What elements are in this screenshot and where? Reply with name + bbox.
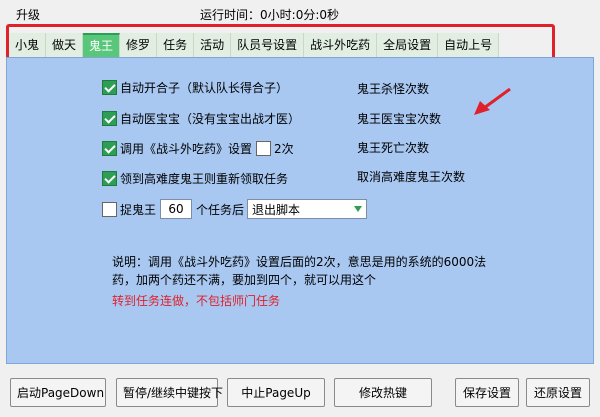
runtime-value: 0小时:0分:0秒 — [260, 8, 340, 22]
note-red-text: 转到任务连做，不包括师门任务 — [112, 294, 281, 308]
catch-action-select[interactable]: 退出脚本 — [247, 199, 368, 219]
times-label: 2次 — [274, 142, 294, 156]
option-catch: 捉鬼王 60 个任务后 退出脚本 — [102, 199, 368, 219]
restore-settings-button[interactable]: 还原设置 — [526, 378, 590, 407]
tab-highlight-box — [6, 24, 555, 60]
pause-button[interactable]: 暂停/继续中键按下 — [116, 378, 223, 407]
option-auto-heal[interactable]: 自动医宝宝（没有宝宝出战才医） — [102, 110, 300, 127]
stop-button[interactable]: 中止PageUp — [227, 378, 325, 407]
refresh-task-checkbox[interactable] — [102, 171, 117, 186]
auto-open-checkbox[interactable] — [102, 80, 117, 95]
note-text: 说明：调用《战斗外吃药》设置后面的2次，意思是用的系统的6000法药，加两个药还… — [112, 255, 487, 287]
red-arrow-icon — [474, 87, 511, 115]
stat-cancels: 取消高难度鬼王次数 — [357, 170, 466, 184]
catch-action-value: 退出脚本 — [252, 202, 301, 217]
catch-prefix: 捉鬼王 — [120, 202, 157, 217]
use-potion-label: 调用《战斗外吃药》设置 — [120, 142, 253, 156]
stat-kills: 鬼王杀怪次数 — [357, 82, 430, 96]
option-use-potion[interactable]: 调用《战斗外吃药》设置 2次 — [102, 140, 294, 157]
use-potion-checkbox[interactable] — [102, 141, 117, 156]
catch-count-input[interactable]: 60 — [160, 199, 193, 219]
catch-suffix: 个任务后 — [196, 202, 245, 217]
runtime-display: 运行时间：0小时:0分:0秒 — [200, 6, 339, 23]
option-auto-open[interactable]: 自动开合子（默认队长得合子） — [102, 79, 288, 96]
hotkey-button[interactable]: 修改热键 — [334, 378, 432, 407]
auto-open-label: 自动开合子（默认队长得合子） — [120, 81, 289, 95]
upgrade-link[interactable]: 升级 — [16, 6, 40, 23]
top-bar: 升级 运行时间：0小时:0分:0秒 — [0, 0, 600, 26]
option-refresh-task[interactable]: 领到高难度鬼王则重新领取任务 — [102, 170, 288, 187]
auto-heal-label: 自动医宝宝（没有宝宝出战才医） — [120, 112, 301, 126]
runtime-label: 运行时间： — [200, 8, 261, 22]
stat-heals: 鬼王医宝宝次数 — [357, 112, 442, 126]
start-button[interactable]: 启动PageDown — [10, 378, 106, 407]
save-settings-button[interactable]: 保存设置 — [455, 378, 519, 407]
times-checkbox[interactable] — [256, 141, 272, 156]
auto-heal-checkbox[interactable] — [102, 111, 117, 126]
stat-deaths: 鬼王死亡次数 — [357, 141, 430, 155]
refresh-task-label: 领到高难度鬼王则重新领取任务 — [120, 172, 289, 186]
catch-checkbox[interactable] — [102, 201, 117, 217]
chevron-down-icon — [354, 206, 363, 212]
